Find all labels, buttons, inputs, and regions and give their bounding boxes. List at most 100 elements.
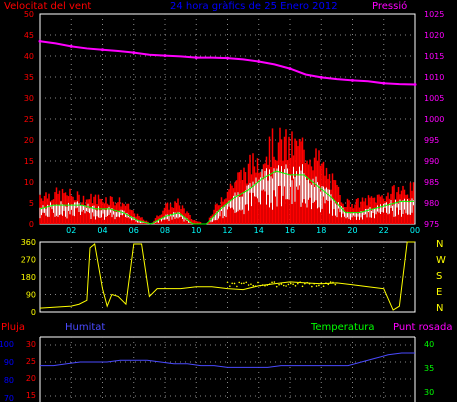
wind-tick-label: 25 (24, 115, 34, 124)
pressure-tick-label: 1000 (424, 115, 444, 124)
direction-point (297, 282, 299, 285)
direction-point (273, 281, 276, 283)
compass-label: E (436, 287, 442, 298)
direction-tick-label: 90 (26, 291, 36, 300)
direction-point (301, 285, 304, 288)
pressure-tick-label: 1015 (424, 52, 444, 61)
wind-tick-label: 50 (24, 10, 34, 19)
pressure-tick-label: 990 (424, 157, 439, 166)
direction-point (245, 281, 248, 284)
direction-point (257, 281, 259, 284)
direction-point (240, 282, 243, 285)
direction-point (236, 285, 238, 288)
direction-point (250, 283, 252, 285)
direction-tick-label: 0 (31, 308, 36, 317)
chart-title: 24 hora gràfics de 25 Enero 2012 (170, 0, 338, 12)
panel3-grid (40, 337, 415, 402)
time-tick-label: 10 (191, 226, 201, 235)
pressure-tick-label: 980 (424, 199, 439, 208)
wind-tick-label: 15 (24, 157, 34, 166)
wind-tick-label: 40 (24, 52, 34, 61)
direction-point (315, 285, 318, 287)
rain-legend: Pluja (1, 322, 25, 333)
weather-chart: Velocitat del vent 24 hora gràfics de 25… (0, 0, 452, 402)
temperature-tick-label: 30 (424, 388, 434, 397)
direction-tick-label: 360 (21, 238, 36, 247)
direction-point (285, 285, 287, 287)
temperature-legend: Temperatura (310, 322, 375, 333)
humidity-tick-label: 80 (4, 376, 14, 385)
temperature-tick-label: 35 (424, 364, 434, 373)
wind-tick-label: 10 (24, 178, 34, 187)
time-tick-label: 22 (379, 226, 389, 235)
direction-point (278, 283, 280, 286)
direction-point (226, 281, 229, 284)
compass-label: W (436, 255, 446, 266)
humidity-tick-label: 70 (4, 394, 14, 402)
direction-point (252, 284, 255, 287)
rain-tick-label: 20 (26, 374, 36, 383)
time-tick-label: 04 (97, 226, 107, 235)
pressure-tick-label: 1025 (424, 10, 444, 19)
direction-point (243, 282, 245, 285)
rain-tick-label: 30 (26, 340, 36, 349)
direction-point (322, 285, 325, 287)
time-tick-label: 12 (222, 226, 232, 235)
dewpoint-legend: Punt rosada (393, 322, 452, 333)
direction-point (329, 281, 332, 283)
humidity-tick-label: 100 (0, 340, 14, 349)
direction-point (275, 285, 278, 288)
direction-tick-label: 270 (21, 256, 36, 265)
direction-point (271, 281, 273, 284)
compass-axis: NWSEN (436, 239, 446, 314)
compass-label: S (436, 271, 442, 282)
direction-point (311, 285, 313, 288)
time-tick-label: 20 (347, 226, 357, 235)
direction-point (294, 285, 297, 287)
direction-point (229, 285, 231, 287)
wind-tick-label: 0 (29, 220, 34, 229)
time-tick-label: 06 (129, 226, 139, 235)
pressure-axis: 975 980 985 990 995 1000 1005 1010 1015 1020 1025 (424, 10, 444, 229)
rain-tick-label: 15 (26, 391, 36, 400)
humidity-line (40, 352, 415, 368)
pressure-tick-label: 995 (424, 136, 439, 145)
direction-point (247, 284, 250, 286)
time-tick-label: 02 (66, 226, 76, 235)
time-tick-label: 08 (160, 226, 170, 235)
direction-axis: 0 90 180 270 360 (21, 238, 36, 317)
direction-tick-label: 180 (21, 273, 36, 282)
pressure-tick-label: 1020 (424, 31, 444, 40)
direction-point (233, 282, 236, 285)
direction-point (282, 284, 285, 287)
direction-point (289, 282, 292, 285)
pressure-tick-label: 1010 (424, 73, 444, 82)
wind-tick-label: 35 (24, 73, 34, 82)
wind-tick-label: 30 (24, 94, 34, 103)
pressure-line (39, 40, 416, 86)
direction-point (231, 282, 233, 285)
rain-tick-label: 25 (26, 357, 36, 366)
pressure-tick-label: 985 (424, 178, 439, 187)
wind-tick-label: 20 (24, 136, 34, 145)
pressure-title: Pressió (372, 0, 407, 12)
wind-speed-title: Velocitat del vent (4, 1, 91, 12)
panel3-axes: 3025201510100908070403530 (0, 340, 434, 402)
wind-axis: 0 5 10 15 20 25 30 35 40 45 50 (24, 10, 34, 229)
temperature-tick-label: 40 (424, 340, 434, 349)
time-tick-label: 16 (285, 226, 295, 235)
compass-label: N (436, 239, 443, 250)
wind-series (38, 39, 417, 225)
time-tick-label: 14 (254, 226, 264, 235)
humidity-tick-label: 90 (4, 358, 14, 367)
pressure-tick-label: 975 (424, 220, 439, 229)
compass-label: N (436, 303, 443, 314)
direction-point (280, 283, 283, 285)
time-tick-label: 18 (316, 226, 326, 235)
time-tick-label: 00 (410, 226, 420, 235)
pressure-tick-label: 1005 (424, 94, 444, 103)
direction-point (238, 281, 241, 284)
direction-point (287, 283, 290, 286)
direction-point (318, 284, 320, 287)
wind-tick-label: 45 (24, 31, 34, 40)
